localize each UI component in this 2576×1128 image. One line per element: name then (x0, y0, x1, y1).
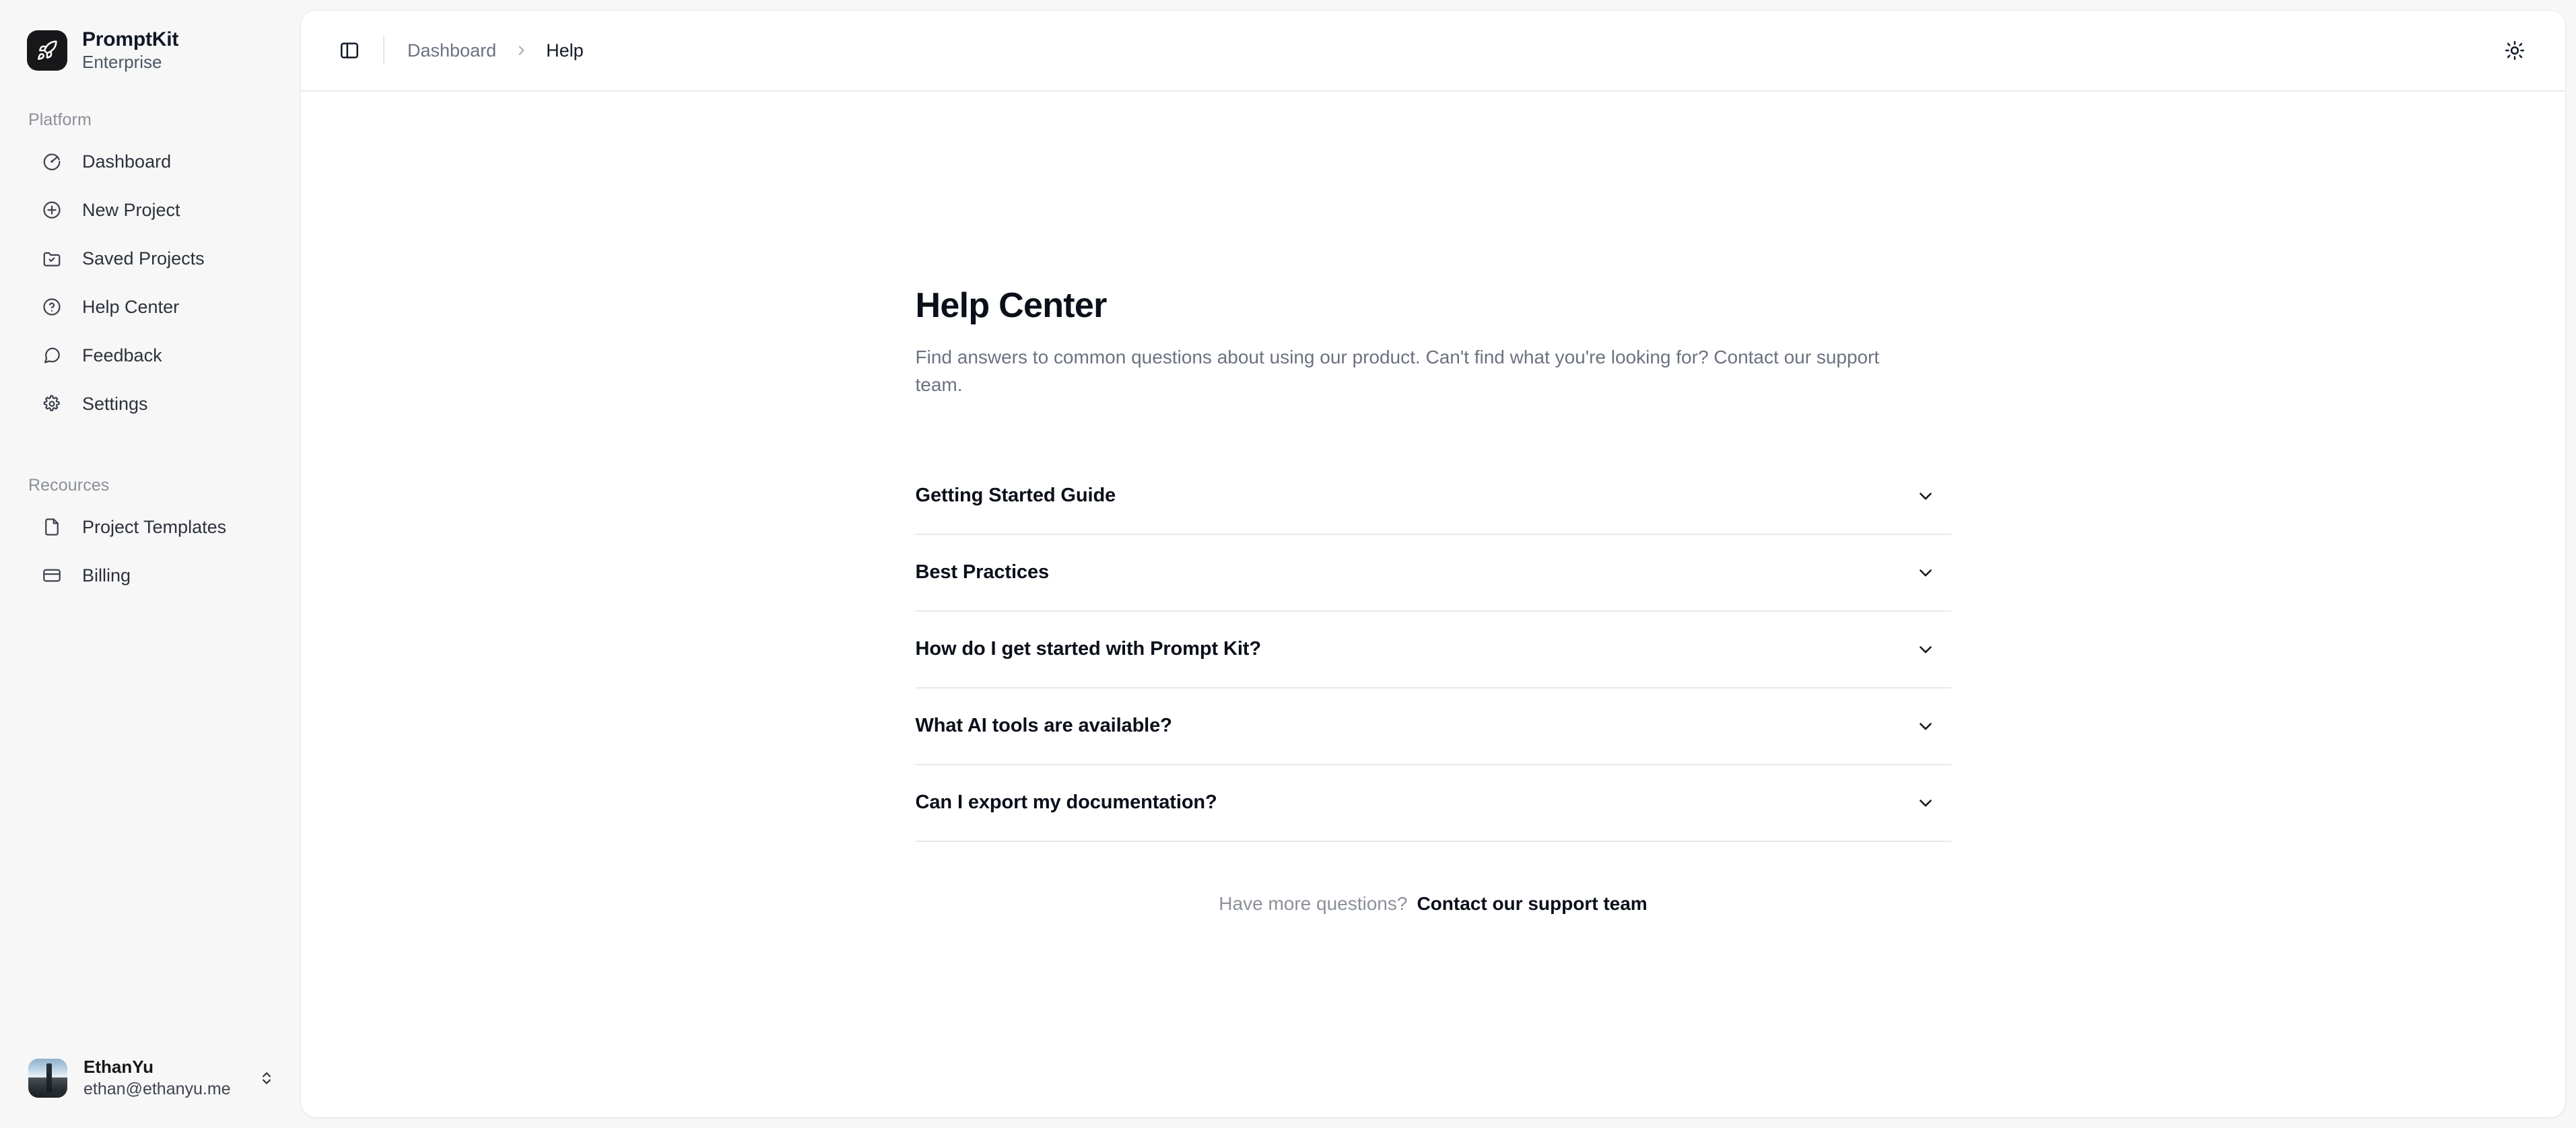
sidebar-item-help-center[interactable]: Help Center (12, 290, 285, 324)
topbar: Dashboard Help (301, 11, 2565, 92)
contact-support-row: Have more questions? Contact our support… (916, 894, 1951, 913)
sidebar-item-label: Saved Projects (82, 248, 205, 269)
panel-left-icon[interactable] (331, 32, 368, 69)
help-center-column: Help Center Find answers to common quest… (915, 92, 1951, 1117)
sidebar-item-dashboard[interactable]: Dashboard (12, 145, 285, 178)
sidebar: PromptKit Enterprise Platform Dashboard (0, 0, 301, 1128)
plus-circle-icon (40, 199, 63, 221)
sidebar-item-saved-projects[interactable]: Saved Projects (12, 242, 285, 275)
nav-section-platform: Platform Dashboard New Project Saved Pro… (0, 110, 301, 435)
sidebar-item-feedback[interactable]: Feedback (12, 339, 285, 372)
faq-question: How do I get started with Prompt Kit? (915, 638, 1262, 660)
chevron-down-icon[interactable] (1913, 714, 1938, 738)
user-meta: EthanYu ethan@ethanyu.me (83, 1057, 239, 1099)
message-circle-icon (40, 344, 63, 367)
chevron-right-icon (514, 43, 529, 58)
brand-header[interactable]: PromptKit Enterprise (0, 0, 301, 75)
app-root: PromptKit Enterprise Platform Dashboard (0, 0, 2576, 1128)
main-content: Help Center Find answers to common quest… (301, 92, 2565, 1117)
chevron-down-icon[interactable] (1913, 484, 1938, 508)
sidebar-item-label: Settings (82, 393, 148, 414)
rocket-icon (27, 30, 67, 71)
faq-item[interactable]: Best Practices (915, 535, 1951, 612)
chevron-down-icon[interactable] (1913, 561, 1938, 585)
user-account-switcher[interactable]: EthanYu ethan@ethanyu.me (0, 1043, 301, 1113)
question-circle-icon (40, 295, 63, 318)
brand-name: PromptKit (82, 28, 179, 51)
brand-text: PromptKit Enterprise (82, 28, 178, 72)
breadcrumb-item-dashboard[interactable]: Dashboard (407, 41, 496, 60)
faq-item[interactable]: What AI tools are available? (915, 689, 1951, 765)
avatar (28, 1059, 67, 1098)
user-email: ethan@ethanyu.me (83, 1080, 231, 1099)
brand-plan: Enterprise (82, 51, 162, 72)
topbar-divider (383, 36, 384, 65)
page-title: Help Center (915, 286, 1108, 325)
breadcrumb-item-current: Help (546, 40, 584, 61)
sidebar-item-billing[interactable]: Billing (12, 559, 285, 592)
sidebar-item-project-templates[interactable]: Project Templates (12, 510, 285, 544)
sidebar-item-new-project[interactable]: New Project (12, 193, 285, 227)
sidebar-item-label: Project Templates (82, 516, 227, 537)
chevrons-up-down-icon[interactable] (255, 1067, 278, 1090)
nav-section-label-resources: Recources (28, 476, 110, 495)
page-subtitle: Find answers to common questions about u… (915, 347, 1880, 395)
gauge-icon (40, 150, 63, 173)
sidebar-item-label: New Project (82, 199, 180, 220)
faq-item[interactable]: Getting Started Guide (915, 458, 1951, 535)
sidebar-item-label: Dashboard (82, 151, 172, 172)
faq-accordion: Getting Started Guide Best Practices How… (915, 458, 1951, 842)
folder-check-icon (40, 247, 63, 270)
faq-item[interactable]: How do I get started with Prompt Kit? (915, 612, 1951, 689)
gear-icon (40, 392, 63, 415)
breadcrumb: Dashboard Help (407, 40, 584, 61)
faq-item[interactable]: Can I export my documentation? (915, 765, 1951, 842)
nav-section-label-platform: Platform (28, 110, 92, 129)
faq-question: Can I export my documentation? (915, 791, 1217, 814)
credit-card-icon (40, 564, 63, 587)
sidebar-item-label: Billing (82, 565, 131, 586)
chevron-down-icon[interactable] (1913, 791, 1938, 815)
sun-icon[interactable] (2495, 31, 2534, 70)
sidebar-item-label: Help Center (82, 296, 180, 317)
file-icon (40, 516, 63, 538)
sidebar-item-label: Feedback (82, 345, 162, 365)
user-name: EthanYu (83, 1057, 154, 1078)
contact-support-link[interactable]: Contact our support team (1417, 894, 1647, 913)
chevron-down-icon[interactable] (1913, 637, 1938, 662)
sidebar-item-settings[interactable]: Settings (12, 387, 285, 421)
faq-question: Best Practices (915, 561, 1050, 584)
nav-section-resources: Recources Project Templates Billing (0, 476, 301, 607)
faq-question: What AI tools are available? (915, 715, 1172, 737)
content-panel: Dashboard Help Help Center Find answers … (301, 11, 2565, 1117)
faq-question: Getting Started Guide (915, 485, 1116, 507)
contact-lead-text: Have more questions? (1219, 892, 1408, 914)
